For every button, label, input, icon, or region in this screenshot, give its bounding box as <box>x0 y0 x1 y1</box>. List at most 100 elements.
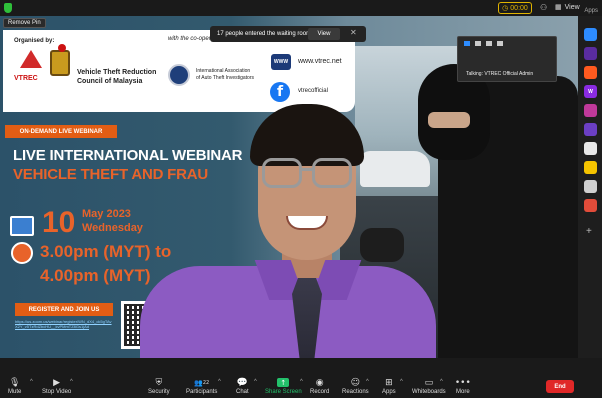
active-speaker-tile[interactable]: Talking: VTREC Official Admin <box>457 36 557 82</box>
view-label: View <box>564 3 580 11</box>
apps-options-chevron-icon[interactable]: ^ <box>400 379 403 385</box>
gallery-view-icon[interactable] <box>497 41 503 46</box>
timer-text: 00:00 <box>510 4 528 12</box>
chat-label: Chat <box>236 389 249 395</box>
strip-view-icon[interactable] <box>486 41 492 46</box>
mute-label: Mute <box>8 389 22 395</box>
app-w-icon[interactable]: W <box>584 85 597 98</box>
participants-label: Participants <box>186 389 218 395</box>
event-month: May 2023 <box>82 208 131 220</box>
vtrec-logo-text: VTREC <box>14 75 38 82</box>
gloved-hand <box>360 228 404 262</box>
topic-title: VEHICLE THEFT AND FRAU <box>13 166 209 183</box>
thief-eyes <box>428 112 470 128</box>
whiteboards-label: Whiteboards <box>412 389 446 395</box>
security-shield-icon[interactable] <box>4 3 12 13</box>
zoom-app-1-icon[interactable] <box>584 28 597 41</box>
reactions-button[interactable]: ☺ Reactions <box>342 372 369 398</box>
clock-icon <box>11 242 33 264</box>
police-badge-logo <box>50 50 70 76</box>
event-time-end: 4.00pm (MYT) <box>40 266 151 285</box>
website-text: www.vtrec.net <box>298 58 342 65</box>
live-webinar-title: LIVE INTERNATIONAL WEBINAR <box>13 147 243 164</box>
security-shield-icon: ⛨ <box>155 377 163 388</box>
zoom-meeting-window: ◷ 00:00 ⚇ ▦ View Apps Organised by: with… <box>0 0 602 398</box>
more-dots-icon: ••• <box>454 377 471 388</box>
glasses-bridge <box>301 168 313 171</box>
iaati-seal-logo <box>168 64 190 86</box>
event-weekday: Wednesday <box>82 222 143 234</box>
reactions-label: Reactions <box>342 389 369 395</box>
record-label: Record <box>310 389 330 395</box>
participants-button[interactable]: 👥 22 Participants <box>186 372 217 398</box>
facebook-handle: vtrecofficial <box>298 88 328 94</box>
app-pink-icon[interactable] <box>584 104 597 117</box>
close-icon[interactable]: ✕ <box>350 28 357 37</box>
user-icon[interactable]: ⚇ <box>540 3 547 12</box>
app-orange-icon[interactable] <box>584 66 597 79</box>
reactions-options-chevron-icon[interactable]: ^ <box>366 379 369 385</box>
calendar-icon <box>10 216 34 236</box>
tile-view-controls <box>464 41 503 46</box>
small-red-logo <box>58 44 66 52</box>
record-icon: ◉ <box>315 377 324 388</box>
whiteboards-button[interactable]: ▭ Whiteboards <box>412 372 446 398</box>
organised-by-label: Organised by: <box>14 38 55 44</box>
share-options-chevron-icon[interactable]: ^ <box>300 379 303 385</box>
security-button[interactable]: ⛨ Security <box>148 372 170 398</box>
video-stage: Organised by: with the co-operation of: … <box>0 16 578 358</box>
council-name: Vehicle Theft Reduction Council of Malay… <box>77 68 156 86</box>
stop-video-button[interactable]: ▶ Stop Video <box>42 372 71 398</box>
meeting-timer[interactable]: ◷ 00:00 <box>498 2 532 14</box>
clock-icon: ◷ <box>502 5 509 12</box>
event-day: 10 <box>42 206 76 239</box>
waiting-room-message: 17 people entered the waiting room <box>217 31 312 37</box>
mute-button[interactable]: 🎙 Mute <box>8 372 21 398</box>
security-label: Security <box>148 389 170 395</box>
participants-options-chevron-icon[interactable]: ^ <box>218 379 221 385</box>
chat-icon: 💬 <box>236 377 248 388</box>
app-yellow-icon[interactable] <box>584 161 597 174</box>
apps-grid-icon: ⊞ <box>385 377 393 388</box>
mute-options-chevron-icon[interactable]: ^ <box>30 379 33 385</box>
register-banner: REGISTER AND JOIN US <box>15 303 113 316</box>
council-name-line1: Vehicle Theft Reduction <box>77 69 157 76</box>
app-multicolor-icon[interactable] <box>584 199 597 212</box>
view-button[interactable]: ▦ View <box>555 3 580 12</box>
app-white-icon[interactable] <box>584 142 597 155</box>
share-screen-label: Share Screen <box>265 389 302 395</box>
whiteboard-icon: ▭ <box>424 377 434 388</box>
app-gray-icon[interactable] <box>584 180 597 193</box>
talking-indicator: Talking: VTREC Official Admin <box>466 71 534 77</box>
bottom-strip <box>0 358 602 372</box>
app-purple-icon[interactable] <box>584 123 597 136</box>
video-options-chevron-icon[interactable]: ^ <box>70 379 73 385</box>
reactions-icon: ☺ <box>350 377 361 388</box>
apps-label: Apps <box>382 389 396 395</box>
miro-app-icon[interactable] <box>584 47 597 60</box>
chat-button[interactable]: 💬 Chat <box>236 372 249 398</box>
microphone-icon: 🎙 <box>8 377 21 388</box>
add-app-icon[interactable]: + <box>586 226 592 237</box>
www-icon: WWW <box>271 54 291 70</box>
iaati-name: International Association of Auto Theft … <box>196 68 254 82</box>
end-meeting-button[interactable]: End <box>546 380 574 393</box>
share-screen-button[interactable]: ↑ Share Screen <box>265 372 302 398</box>
minimize-icon[interactable] <box>464 41 470 46</box>
waiting-room-view-button[interactable]: View <box>308 28 340 40</box>
presenter-hair <box>250 104 364 166</box>
more-button[interactable]: ••• More <box>454 372 471 398</box>
apps-button[interactable]: ⊞ Apps <box>382 372 396 398</box>
record-button[interactable]: ◉ Record <box>310 372 329 398</box>
whiteboards-options-chevron-icon[interactable]: ^ <box>440 379 443 385</box>
parked-car <box>360 151 430 187</box>
chat-options-chevron-icon[interactable]: ^ <box>254 379 257 385</box>
register-link: https://us.zoom.us/webinar/register/WN_d… <box>15 319 112 329</box>
grid-icon: ▦ <box>555 4 562 11</box>
share-screen-icon: ↑ <box>277 378 290 387</box>
speaker-view-icon[interactable] <box>475 41 481 46</box>
remove-pin-button[interactable]: Remove Pin <box>3 18 46 28</box>
council-name-line2: Council of Malaysia <box>77 78 143 85</box>
more-label: More <box>456 389 470 395</box>
apps-label: Apps <box>584 8 598 14</box>
